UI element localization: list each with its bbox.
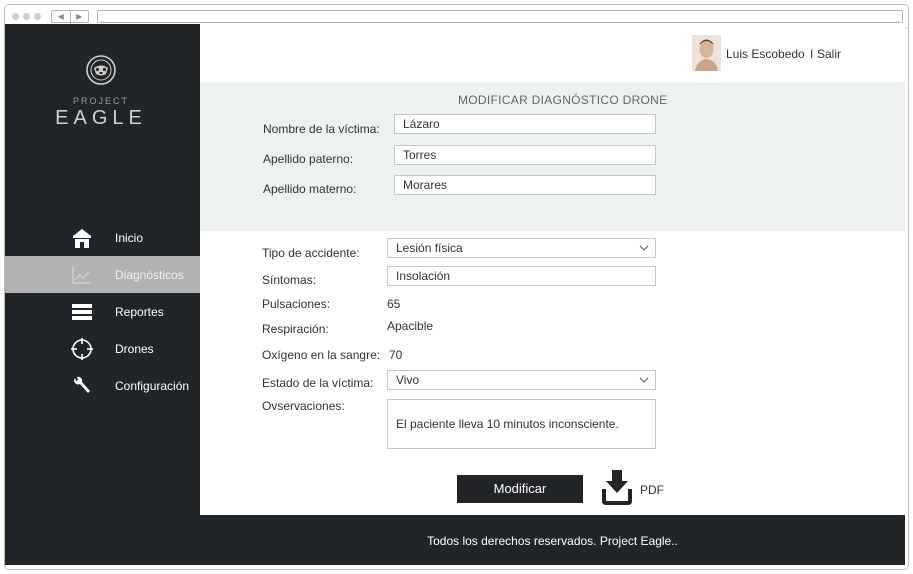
back-arrow-icon[interactable]: ◀ xyxy=(52,11,71,22)
maternal-surname-input[interactable] xyxy=(394,175,656,195)
forward-arrow-icon[interactable]: ▶ xyxy=(71,11,89,22)
project-eagle-logo: PROJECT EAGLE xyxy=(51,54,151,134)
maternal-surname-label: Apellido materno: xyxy=(263,182,357,196)
logo-small-text: PROJECT xyxy=(72,96,129,106)
crosshair-icon xyxy=(71,338,93,360)
footer: Todos los derechos reservados. Project E… xyxy=(200,515,905,565)
paternal-surname-label: Apellido paterno: xyxy=(263,152,354,166)
oxygen-label: Oxígeno en la sangre: xyxy=(262,348,381,362)
victim-info-panel: MODIFICAR DIAGNÓSTICO DRONE Nombre de la… xyxy=(200,82,905,231)
chevron-down-icon xyxy=(639,245,649,251)
browser-nav-buttons: ◀ ▶ xyxy=(51,10,89,23)
line-chart-icon xyxy=(72,267,91,284)
download-pdf-icon[interactable] xyxy=(601,469,633,505)
chevron-down-icon xyxy=(639,377,649,383)
victim-name-label: Nombre de la víctima: xyxy=(263,122,380,136)
accident-type-value: Lesión física xyxy=(396,241,463,255)
breathing-value: Apacible xyxy=(387,319,434,333)
sidebar-menu: Inicio Diagnósticos Reportes Drones Conf… xyxy=(5,219,200,404)
victim-name-input[interactable] xyxy=(394,114,656,134)
window-minimize-dot[interactable] xyxy=(23,13,30,20)
top-bar: Luis Escobedo I Salir xyxy=(200,24,905,82)
footer-copyright: Todos los derechos reservados. Project E… xyxy=(427,534,678,548)
header-separator: I xyxy=(810,47,814,61)
home-icon xyxy=(73,229,91,248)
logout-link[interactable]: Salir xyxy=(817,47,841,61)
sidebar-item-label: Inicio xyxy=(115,231,144,245)
pulse-value: 65 xyxy=(387,297,401,311)
sidebar-item-label: Configuración xyxy=(115,379,190,393)
sidebar-item-drones[interactable]: Drones xyxy=(5,330,200,367)
window-close-dot[interactable] xyxy=(12,13,19,20)
symptoms-label: Síntomas: xyxy=(262,273,317,287)
breathing-label: Respiración: xyxy=(262,322,329,336)
user-avatar[interactable] xyxy=(692,35,721,71)
diagnosis-panel: Tipo de accidente: Lesión física Síntoma… xyxy=(200,231,905,515)
sidebar-item-configuracion[interactable]: Configuración xyxy=(5,367,200,404)
sidebar-item-label: Drones xyxy=(115,342,154,356)
modify-button[interactable]: Modificar xyxy=(457,475,583,503)
sidebar-item-inicio[interactable]: Inicio xyxy=(5,219,200,256)
paternal-surname-input[interactable] xyxy=(394,145,656,165)
victim-status-label: Estado de la víctima: xyxy=(262,376,374,390)
observations-textarea[interactable]: El paciente lleva 10 minutos inconscient… xyxy=(387,399,656,449)
victim-status-select[interactable]: Vivo xyxy=(387,370,656,390)
user-portrait-icon xyxy=(692,35,721,71)
symptoms-input[interactable] xyxy=(387,266,656,286)
pdf-label[interactable]: PDF xyxy=(640,483,664,497)
sidebar: PROJECT EAGLE Inicio Diagnósticos Report… xyxy=(5,24,200,565)
menu-bars-icon xyxy=(72,304,92,320)
logo-big-text: EAGLE xyxy=(55,107,147,129)
drone-emblem-icon xyxy=(86,55,116,85)
accident-type-select[interactable]: Lesión física xyxy=(387,238,656,258)
oxygen-value: 70 xyxy=(389,348,403,362)
sidebar-item-reportes[interactable]: Reportes xyxy=(5,293,200,330)
victim-status-value: Vivo xyxy=(396,373,420,387)
pulse-label: Pulsaciones: xyxy=(262,297,331,311)
observations-label: Ovservaciones: xyxy=(262,399,345,413)
address-bar[interactable] xyxy=(97,10,903,23)
window-maximize-dot[interactable] xyxy=(34,13,41,20)
sidebar-item-label: Diagnósticos xyxy=(115,268,184,282)
wrench-icon xyxy=(74,376,90,393)
page-title: MODIFICAR DIAGNÓSTICO DRONE xyxy=(458,93,668,107)
sidebar-item-label: Reportes xyxy=(115,305,164,319)
sidebar-item-diagnosticos[interactable]: Diagnósticos xyxy=(5,256,200,293)
accident-type-label: Tipo de accidente: xyxy=(262,246,360,260)
user-name: Luis Escobedo xyxy=(726,47,805,61)
